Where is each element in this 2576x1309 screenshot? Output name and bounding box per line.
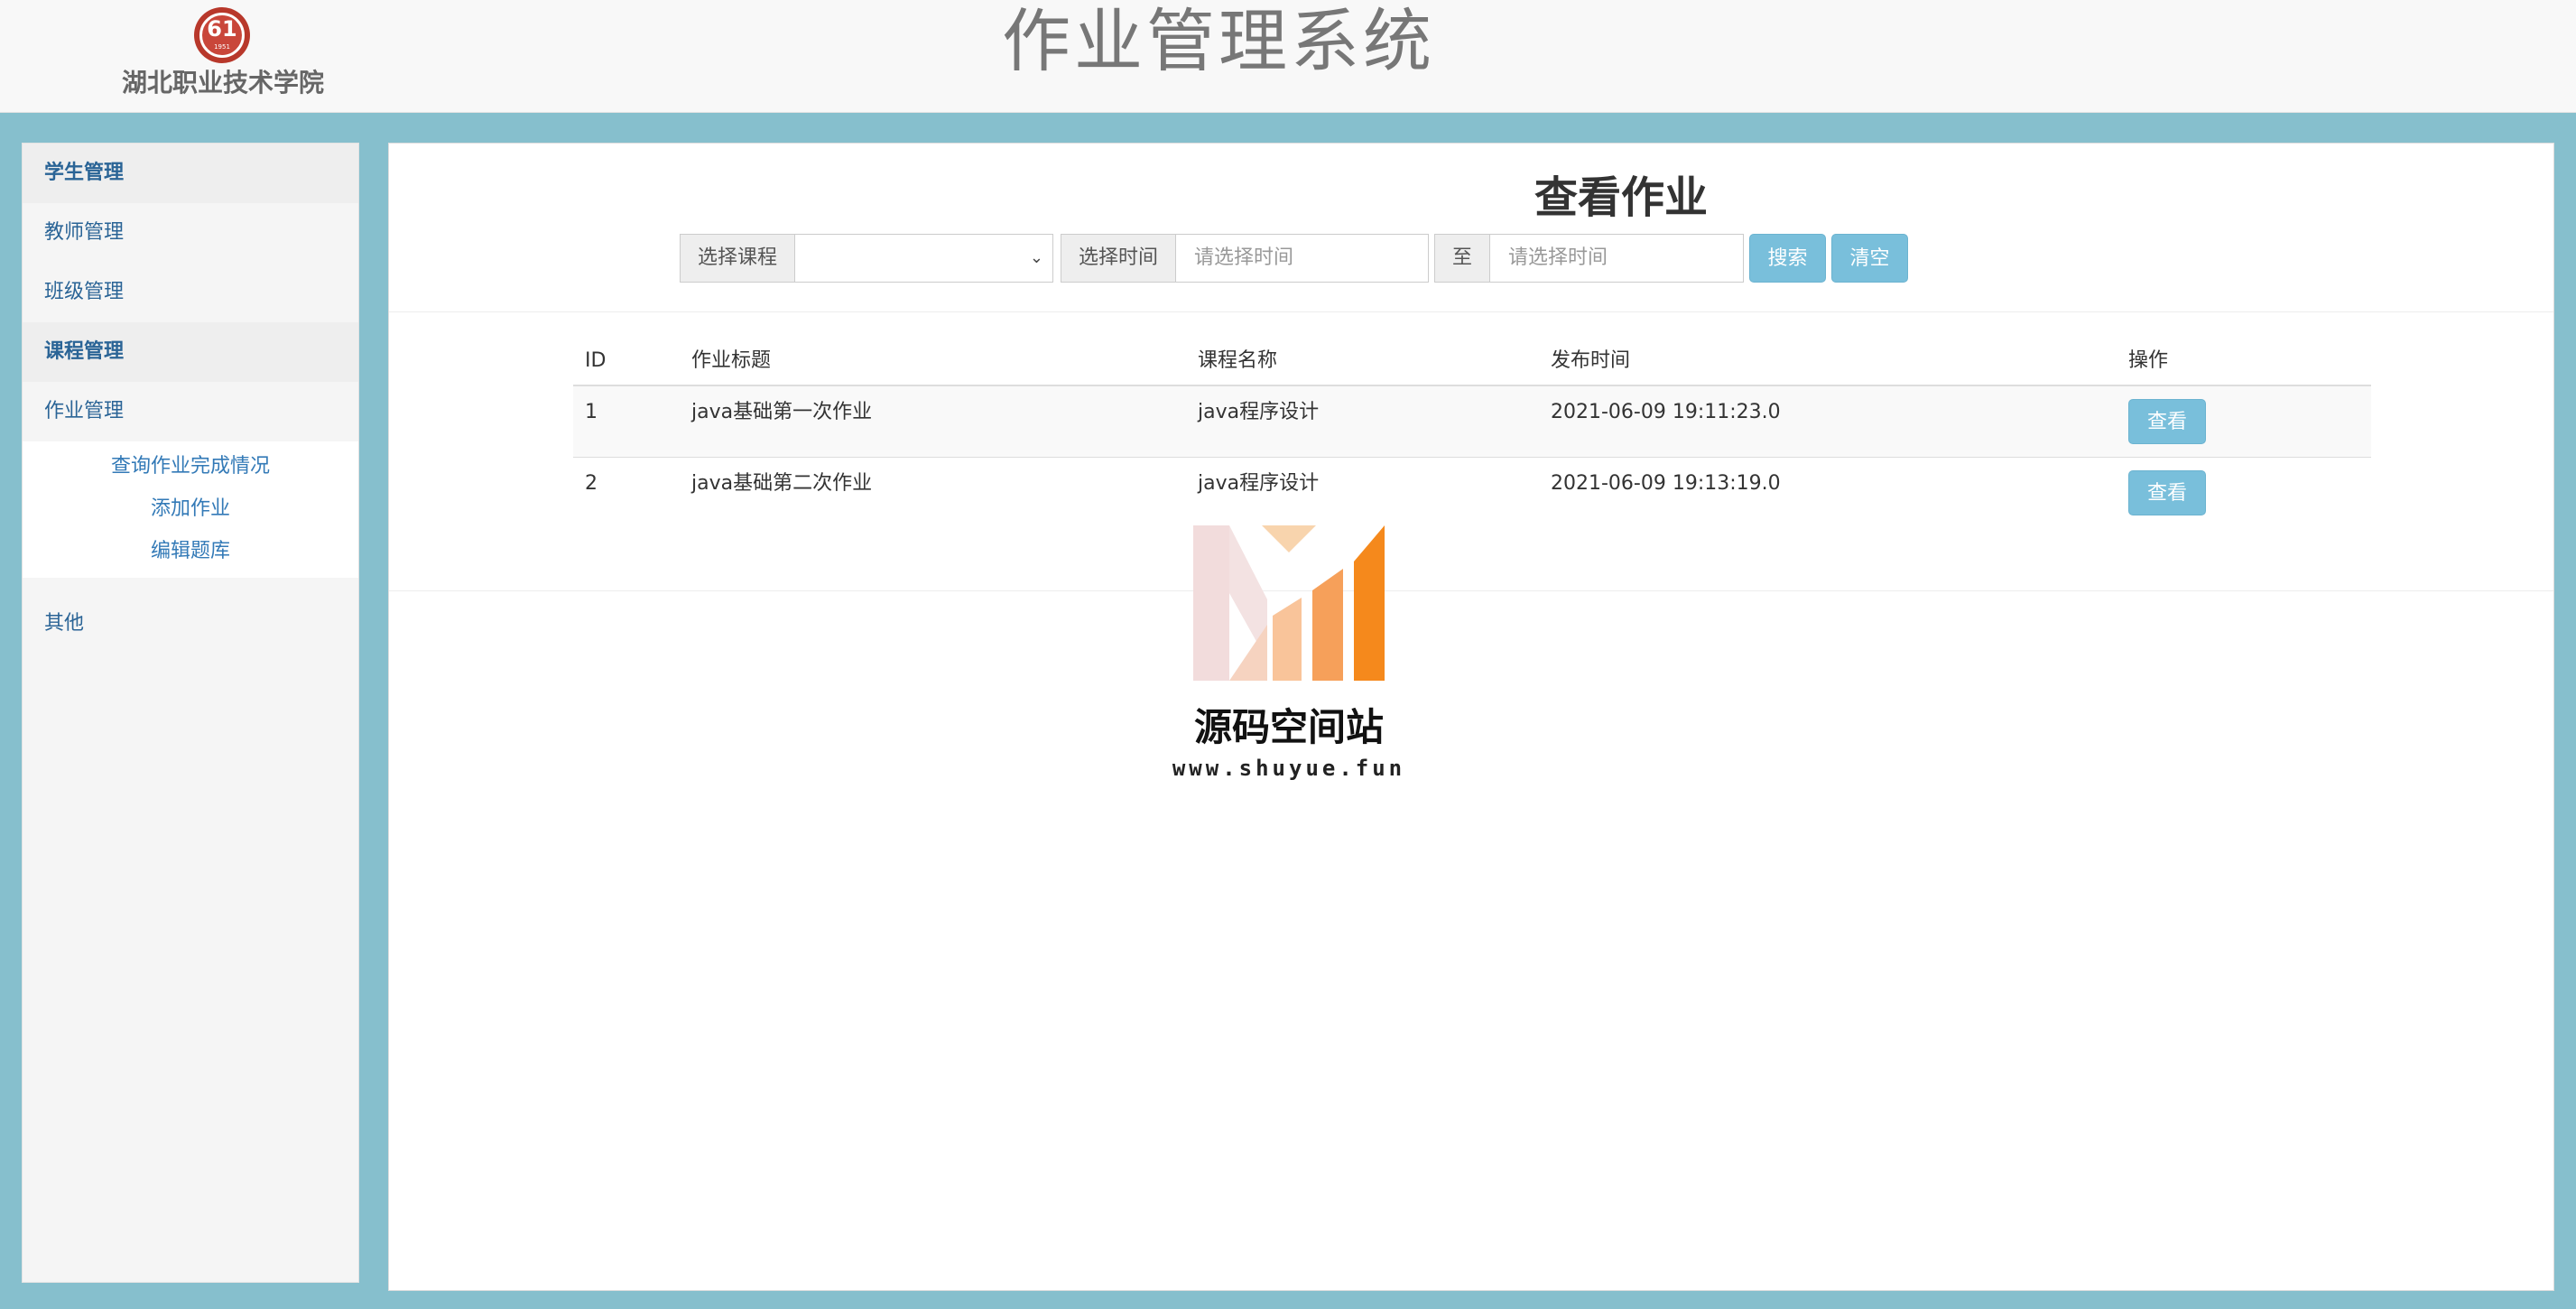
column-header-title: 作业标题: [691, 349, 772, 372]
column-header-course: 课程名称: [1198, 349, 1278, 372]
table-bottom-divider: [389, 590, 2553, 591]
watermark-title: 源码空间站: [1193, 705, 1384, 749]
cell-title: java基础第二次作业: [691, 472, 873, 495]
clear-button[interactable]: 清空: [1831, 234, 1908, 283]
logo-mark: 61: [207, 16, 237, 42]
course-select[interactable]: ⌄: [794, 234, 1053, 283]
submenu-item-edit-question-bank[interactable]: 编辑题库: [23, 530, 358, 572]
cell-course: java程序设计: [1198, 472, 1320, 495]
sidebar-item-student-management[interactable]: 学生管理: [23, 144, 358, 203]
watermark-url: www.shuyue.fun: [1172, 756, 1406, 781]
page-title: 查看作业: [1534, 172, 1708, 223]
course-select-label: 选择课程: [680, 234, 795, 283]
sidebar-item-homework-management[interactable]: 作业管理: [23, 382, 358, 441]
cell-publish-time: 2021-06-09 19:11:23.0: [1551, 401, 1781, 423]
school-emblem-icon: 61 1951: [194, 7, 250, 63]
cell-course: java程序设计: [1198, 401, 1320, 423]
search-divider: [389, 311, 2553, 312]
submenu-item-query-completion[interactable]: 查询作业完成情况: [23, 445, 358, 487]
cell-title: java基础第一次作业: [691, 401, 873, 423]
search-button[interactable]: 搜索: [1749, 234, 1826, 283]
watermark-logo-icon: [1193, 525, 1385, 681]
column-header-publish-time: 发布时间: [1551, 349, 1631, 372]
submenu-item-add-homework[interactable]: 添加作业: [23, 487, 358, 530]
school-name: 湖北职业技术学院: [121, 68, 324, 97]
sidebar-item-teacher-management[interactable]: 教师管理: [23, 203, 358, 263]
to-label: 至: [1434, 234, 1490, 283]
site-title: 作业管理系统: [1002, 1, 1435, 81]
sidebar-item-class-management[interactable]: 班级管理: [23, 263, 358, 322]
time-select-label: 选择时间: [1061, 234, 1176, 283]
table-row: 1 java基础第一次作业 java程序设计 2021-06-09 19:11:…: [573, 385, 2371, 457]
view-button[interactable]: 查看: [2128, 470, 2206, 515]
start-time-input[interactable]: 请选择时间: [1175, 234, 1429, 283]
sidebar-item-other[interactable]: 其他: [23, 594, 358, 654]
table-row: 2 java基础第二次作业 java程序设计 2021-06-09 19:13:…: [573, 457, 2371, 528]
column-header-action: 操作: [2128, 349, 2169, 372]
top-header: 61 1951 湖北职业技术学院 作业管理系统: [0, 0, 2576, 113]
homework-submenu: 查询作业完成情况 添加作业 编辑题库: [23, 441, 358, 578]
cell-id: 2: [585, 472, 598, 495]
sidebar: 学生管理 教师管理 班级管理 课程管理 作业管理 查询作业完成情况 添加作业 编…: [22, 143, 359, 1283]
end-time-input[interactable]: 请选择时间: [1489, 234, 1744, 283]
logo-year: 1951: [214, 43, 230, 51]
table-header-row: ID 作业标题 课程名称 发布时间 操作: [573, 337, 2371, 385]
cell-id: 1: [585, 401, 598, 423]
chevron-down-icon: ⌄: [1029, 248, 1043, 267]
view-button[interactable]: 查看: [2128, 399, 2206, 444]
sidebar-item-course-management[interactable]: 课程管理: [23, 322, 358, 382]
column-header-id: ID: [585, 349, 607, 372]
cell-publish-time: 2021-06-09 19:13:19.0: [1551, 472, 1781, 495]
homework-table: ID 作业标题 课程名称 发布时间 操作 1 java基础第一次作业 java程…: [573, 337, 2371, 528]
